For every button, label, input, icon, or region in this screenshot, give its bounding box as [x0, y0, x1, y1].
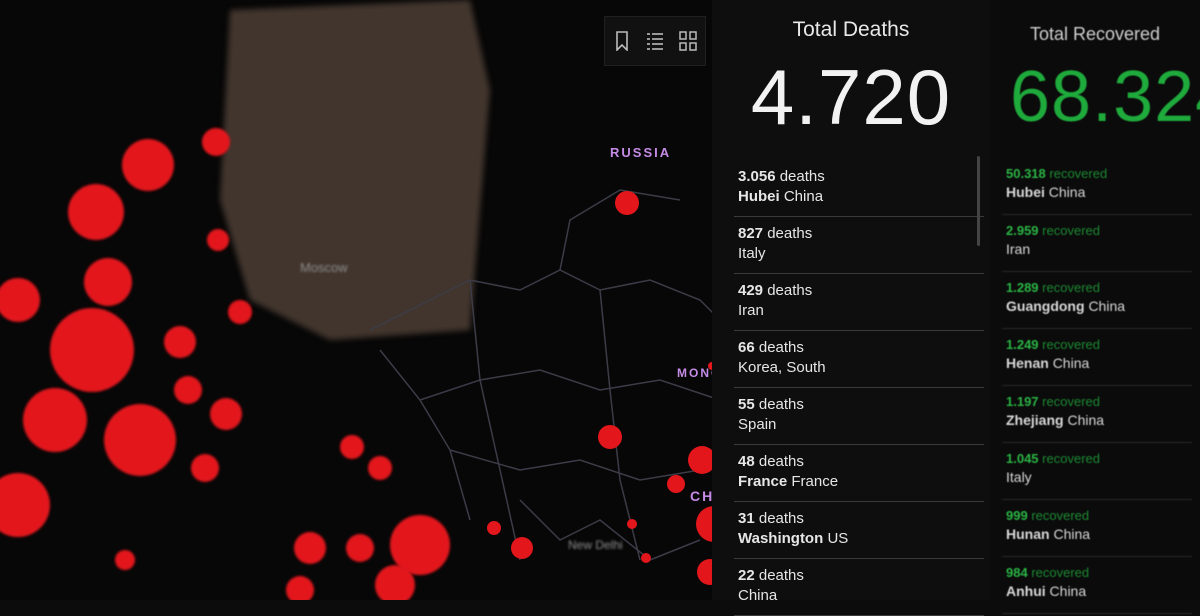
outbreak-dot	[615, 191, 639, 215]
total-recovered-title: Total Recovered	[1029, 24, 1161, 44]
item-count: 48 deaths	[738, 453, 804, 470]
item-count: 1.045 recovered	[1006, 451, 1100, 466]
item-count: 429 deaths	[738, 282, 813, 299]
outbreak-dot	[487, 521, 501, 535]
outbreak-dot	[122, 139, 174, 191]
deaths-scrollbar[interactable]	[977, 156, 980, 246]
item-count: 50.318 recovered	[1006, 166, 1108, 181]
outbreak-dot	[0, 473, 50, 537]
outbreak-dot	[207, 229, 229, 251]
outbreak-dot	[84, 258, 132, 306]
outbreak-dot	[202, 128, 230, 156]
item-count: 1.289 recovered	[1006, 280, 1100, 295]
item-location: Italy	[1006, 469, 1032, 485]
item-location: Hunan China	[1006, 526, 1091, 542]
list-item[interactable]: 48 deaths France France	[734, 445, 984, 502]
outbreak-dot	[598, 425, 622, 449]
outbreak-dot	[286, 576, 314, 600]
land-region	[220, 0, 490, 340]
item-count: 31 deaths	[738, 510, 804, 527]
list-item[interactable]: 55 deaths Spain	[734, 388, 984, 445]
item-count: 66 deaths	[738, 339, 804, 356]
list-item[interactable]: 429 deaths Iran	[734, 274, 984, 331]
item-location: Iran	[1006, 241, 1031, 257]
item-location: Korea, South	[738, 359, 826, 376]
item-location: Italy	[738, 245, 766, 262]
world-map[interactable]: RUSSIA CHINA MONGO New Delhi Moscow	[0, 0, 730, 600]
item-count: 999 recovered	[1006, 508, 1090, 523]
outbreak-dot	[0, 278, 40, 322]
map-label-russia: RUSSIA	[610, 145, 672, 160]
total-deaths-value: 4.720	[750, 53, 952, 141]
outbreak-dot	[68, 184, 124, 240]
list-item[interactable]: 1.045 recovered Italy	[1002, 443, 1192, 500]
item-location: France France	[738, 473, 839, 490]
list-item[interactable]: 3.056 deaths Hubei China	[734, 160, 984, 217]
item-location: Hubei China	[1006, 184, 1086, 200]
item-location: Guangdong China	[1006, 298, 1126, 314]
map-toolbar	[604, 16, 706, 66]
bookmark-icon[interactable]	[611, 29, 633, 53]
item-count: 1.197 recovered	[1006, 394, 1100, 409]
qr-grid-icon[interactable]	[677, 29, 699, 53]
item-location: Anhui China	[1006, 583, 1087, 599]
list-item[interactable]: 66 deaths Korea, South	[734, 331, 984, 388]
outbreak-dot	[667, 475, 685, 493]
list-item[interactable]: 1.289 recovered Guangdong China	[1002, 272, 1192, 329]
outbreak-dot	[164, 326, 196, 358]
map-label-moscow: Moscow	[300, 260, 348, 275]
list-item[interactable]: 1.249 recovered Henan China	[1002, 329, 1192, 386]
outbreak-dot	[627, 519, 637, 529]
total-recovered-value: 68.324	[1010, 57, 1200, 137]
item-location: Zhejiang China	[1006, 412, 1105, 428]
list-item[interactable]: 22 deaths China	[734, 559, 984, 616]
item-count: 55 deaths	[738, 396, 804, 413]
outbreak-dot	[115, 550, 135, 570]
deaths-panel: Total Deaths 4.720 3.056 deaths Hubei Chi…	[712, 0, 990, 616]
list-item[interactable]: 31 deaths Washington US	[734, 502, 984, 559]
outbreak-dot	[191, 454, 219, 482]
item-count: 2.959 recovered	[1006, 223, 1100, 238]
deaths-list[interactable]: 3.056 deaths Hubei China 827 deaths Italy 42…	[734, 160, 984, 616]
item-location: Iran	[738, 302, 764, 319]
item-location: China	[738, 587, 778, 604]
list-item[interactable]: 827 deaths Italy	[734, 217, 984, 274]
recovered-list[interactable]: 50.318 recovered Hubei China 2.959 recover…	[1002, 158, 1192, 614]
outbreak-dot	[641, 553, 651, 563]
list-item[interactable]: 1.197 recovered Zhejiang China	[1002, 386, 1192, 443]
item-count: 22 deaths	[738, 567, 804, 584]
item-location: Hubei China	[738, 188, 824, 205]
outbreak-dot	[104, 404, 176, 476]
outbreak-dot	[228, 300, 252, 324]
list-item[interactable]: 999 recovered Hunan China	[1002, 500, 1192, 557]
outbreak-dot	[23, 388, 87, 452]
list-item[interactable]: 984 recovered Anhui China	[1002, 557, 1192, 614]
item-location: Washington US	[738, 530, 849, 547]
outbreak-dot	[340, 435, 364, 459]
outbreak-dot	[174, 376, 202, 404]
item-count: 3.056 deaths	[738, 168, 825, 185]
outbreak-dot	[50, 308, 134, 392]
list-icon[interactable]	[644, 29, 666, 53]
outbreak-dot	[511, 537, 533, 559]
item-location: Henan China	[1006, 355, 1090, 371]
outbreak-dot	[346, 534, 374, 562]
list-item[interactable]: 50.318 recovered Hubei China	[1002, 158, 1192, 215]
item-count: 827 deaths	[738, 225, 813, 242]
item-count: 984 recovered	[1006, 565, 1090, 580]
map-label-new-delhi: New Delhi	[568, 538, 623, 552]
outbreak-dot	[210, 398, 242, 430]
item-location: Spain	[738, 416, 777, 433]
outbreak-dot	[368, 456, 392, 480]
list-item[interactable]: 2.959 recovered Iran	[1002, 215, 1192, 272]
outbreak-dot	[294, 532, 326, 564]
total-deaths-title: Total Deaths	[792, 18, 910, 41]
item-count: 1.249 recovered	[1006, 337, 1100, 352]
recovered-panel: Total Recovered 68.324 50.318 recovered H…	[990, 0, 1200, 614]
map-canvas[interactable]	[0, 0, 730, 600]
